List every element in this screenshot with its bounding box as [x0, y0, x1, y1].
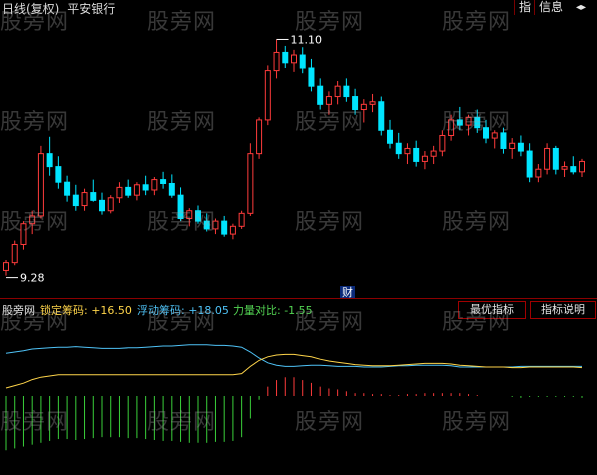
candle-body [552, 147, 559, 170]
candle-body [11, 243, 18, 264]
candle-body [404, 147, 411, 155]
candle-body [133, 184, 140, 196]
candle-body [107, 197, 114, 212]
candle-body [195, 210, 201, 222]
candle-body [334, 85, 341, 98]
candle-body [317, 85, 324, 105]
candle-body [29, 215, 36, 225]
candle-body [387, 129, 393, 144]
candle-body [264, 70, 271, 121]
panel-divider [0, 298, 597, 299]
candle-body [465, 116, 472, 126]
candle-body [526, 150, 533, 178]
candle-body [421, 155, 428, 162]
candle-body [177, 194, 184, 220]
candle-body [64, 181, 71, 196]
candle-body [570, 166, 577, 173]
candle-body [72, 194, 79, 207]
candle-body [352, 96, 359, 111]
float-chip-line [5, 344, 582, 368]
candle-body [46, 153, 53, 168]
candle-body [282, 51, 289, 64]
high-price-label: 11.10 [291, 33, 323, 46]
indicator-chart[interactable] [0, 318, 597, 475]
candle-body [378, 101, 385, 131]
arrows-icon[interactable]: ◂▸ [572, 0, 590, 15]
candle-body [360, 103, 367, 111]
stock-name: 平安银行 [67, 2, 116, 16]
candle-body [125, 186, 132, 196]
candle-body [544, 147, 551, 170]
candle-body [535, 168, 542, 178]
indicator-name: 股旁网 [2, 304, 35, 317]
candle-body [55, 166, 62, 183]
candle-body [430, 150, 437, 157]
candle-body [142, 184, 149, 191]
candle-body [151, 179, 158, 191]
candle-body [212, 220, 219, 230]
candle-body [456, 119, 463, 126]
candle-body [517, 142, 524, 152]
tab-indicator-explain[interactable]: 指标说明 [530, 301, 596, 319]
chart-title: 日线(复权) 平安银行 [2, 0, 115, 17]
float-value: 浮动筹码: +18.05 [137, 304, 229, 317]
candle-body [256, 119, 263, 155]
candle-body [3, 262, 9, 271]
candle-body [561, 166, 568, 170]
candle-body [439, 134, 446, 152]
info-button[interactable]: 信息 [534, 0, 567, 15]
candle-body [369, 101, 376, 105]
candle-body [116, 186, 123, 199]
candle-body [160, 179, 167, 184]
candle-body [221, 220, 228, 235]
period-label: 日线(复权) [2, 2, 60, 16]
candle-body [509, 142, 516, 149]
candle-body [413, 147, 420, 162]
candlestick-chart[interactable]: 11.10 9.28 [0, 16, 597, 298]
candle-body [579, 160, 585, 173]
candle-body [247, 153, 254, 214]
candle-body [308, 67, 315, 87]
candle-body [20, 223, 27, 245]
candle-body [395, 142, 402, 155]
top-bar: 日线(复权) 平安银行 指 信息 ◂▸ [0, 0, 597, 16]
candle-body [99, 199, 105, 212]
candle-body [168, 182, 175, 196]
candle-body [299, 54, 306, 69]
candle-body [238, 212, 245, 227]
candle-body [203, 220, 210, 230]
candle-body [325, 96, 332, 105]
candle-body [483, 127, 489, 139]
candle-body [500, 132, 507, 149]
indicator-button[interactable]: 指 [514, 0, 535, 15]
candle-body [343, 85, 350, 98]
candle-body [474, 116, 481, 129]
candle-body [90, 192, 97, 201]
candle-body [37, 153, 44, 217]
candle-body [81, 192, 88, 207]
candle-body [186, 210, 193, 220]
candle-body [448, 119, 455, 136]
candle-body [491, 132, 498, 139]
ratio-value: 力量对比: -1.55 [233, 304, 313, 317]
candle-body [273, 51, 280, 72]
candle-body [229, 225, 236, 235]
tab-best-indicator[interactable]: 最优指标 [458, 301, 526, 319]
candle-body [291, 54, 297, 64]
low-price-label: 9.28 [20, 272, 45, 285]
lock-value: 锁定筹码: +16.50 [40, 304, 132, 317]
